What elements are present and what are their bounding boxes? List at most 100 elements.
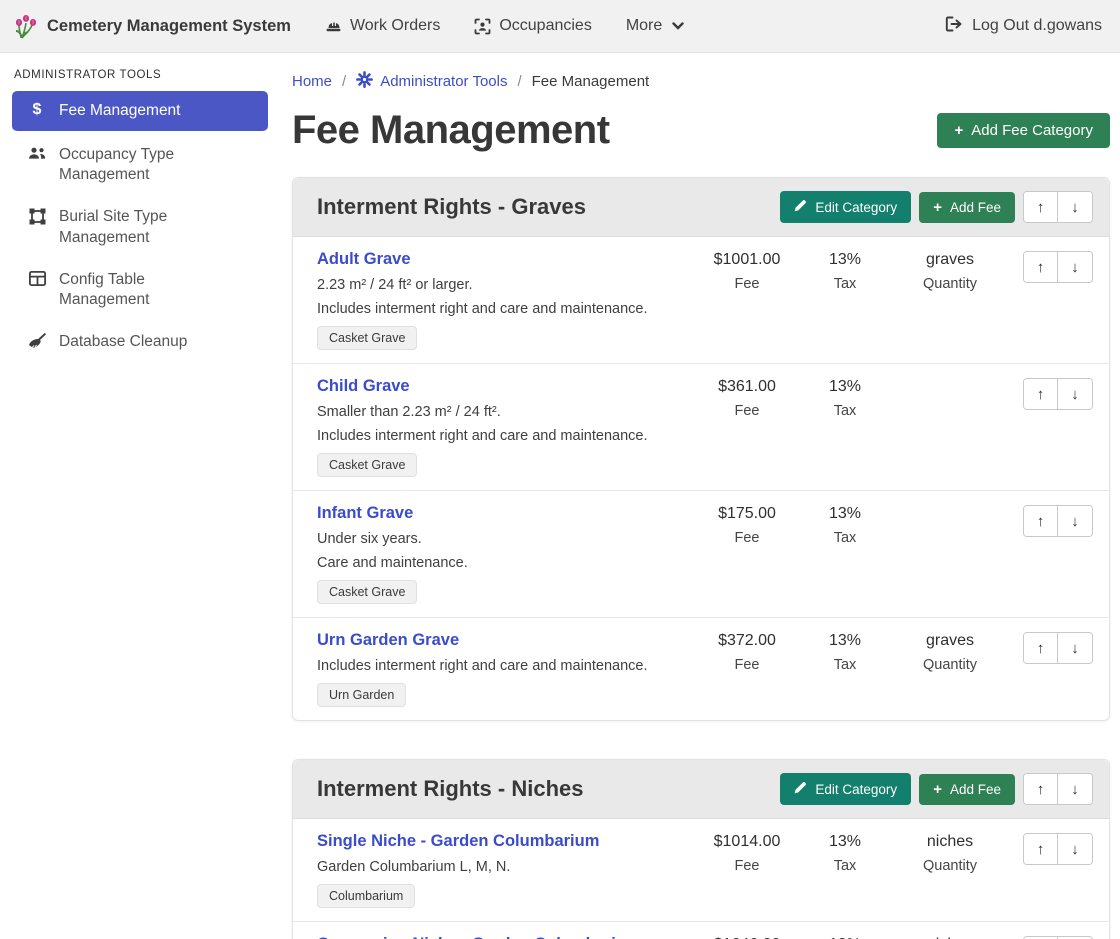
nav-more-label: More bbox=[626, 17, 662, 35]
edit-category-button[interactable]: Edit Category bbox=[780, 191, 911, 223]
table-icon bbox=[26, 271, 48, 286]
category-reorder-group: ↑ ↓ bbox=[1023, 773, 1093, 805]
fee-quantity: graves bbox=[891, 632, 1009, 650]
pencil-icon bbox=[794, 199, 807, 215]
fee-row: Adult Grave 2.23 m² / 24 ft² or larger. … bbox=[293, 237, 1109, 364]
move-category-down-button[interactable]: ↓ bbox=[1058, 192, 1092, 222]
sidebar-item-burial-site-type-management[interactable]: Burial Site Type Management bbox=[12, 199, 268, 255]
fee-tax-label: Tax bbox=[799, 530, 891, 546]
fee-tax: 13% bbox=[799, 632, 891, 650]
add-fee-category-button[interactable]: + Add Fee Category bbox=[937, 113, 1110, 148]
move-category-up-button[interactable]: ↑ bbox=[1024, 774, 1058, 804]
fee-tax-label: Tax bbox=[799, 403, 891, 419]
nav-work-orders[interactable]: Work Orders bbox=[325, 17, 440, 35]
fee-row: Child Grave Smaller than 2.23 m² / 24 ft… bbox=[293, 364, 1109, 491]
sidebar-item-label: Occupancy Type Management bbox=[59, 145, 235, 185]
sidebar-item-label: Database Cleanup bbox=[59, 332, 187, 352]
category-header: Interment Rights - Niches Edit Category … bbox=[293, 760, 1109, 819]
sidebar-item-config-table-management[interactable]: Config Table Management bbox=[12, 262, 268, 318]
fee-tax: 13% bbox=[799, 833, 891, 851]
move-fee-up-button[interactable]: ↑ bbox=[1024, 252, 1058, 282]
category-header: Interment Rights - Graves Edit Category … bbox=[293, 178, 1109, 237]
fee-amount: $1014.00 bbox=[695, 833, 799, 851]
breadcrumb-separator: / bbox=[517, 73, 521, 90]
breadcrumb-admin-tools-label: Administrator Tools bbox=[380, 73, 507, 90]
admin-tools-sidebar: ADMINISTRATOR TOOLS $ Fee Management Occ… bbox=[0, 53, 280, 939]
fee-tax: 13% bbox=[799, 505, 891, 523]
fee-description: 2.23 m² / 24 ft² or larger. bbox=[317, 277, 685, 293]
fee-quantity: graves bbox=[891, 251, 1009, 269]
move-category-down-button[interactable]: ↓ bbox=[1058, 774, 1092, 804]
gear-icon bbox=[356, 71, 373, 92]
plus-icon: + bbox=[933, 782, 942, 797]
nav-more[interactable]: More bbox=[626, 17, 684, 35]
move-fee-down-button[interactable]: ↓ bbox=[1058, 633, 1092, 663]
fee-reorder-group: ↑ ↓ bbox=[1023, 251, 1093, 283]
move-fee-up-button[interactable]: ↑ bbox=[1024, 379, 1058, 409]
category-reorder-group: ↑ ↓ bbox=[1023, 191, 1093, 223]
fee-type-badge: Casket Grave bbox=[317, 326, 417, 350]
move-fee-down-button[interactable]: ↓ bbox=[1058, 252, 1092, 282]
edit-category-button[interactable]: Edit Category bbox=[780, 773, 911, 805]
logout-button[interactable]: Log Out d.gowans bbox=[945, 16, 1102, 37]
category-title: Interment Rights - Niches bbox=[317, 776, 780, 802]
move-fee-up-button[interactable]: ↑ bbox=[1024, 633, 1058, 663]
sidebar-item-label: Burial Site Type Management bbox=[59, 207, 235, 247]
fee-tax: 13% bbox=[799, 251, 891, 269]
sidebar-item-database-cleanup[interactable]: Database Cleanup bbox=[12, 324, 268, 360]
sidebar-item-label: Fee Management bbox=[59, 101, 181, 121]
fee-amount-label: Fee bbox=[695, 276, 799, 292]
fee-name-link[interactable]: Companion Niche - Garden Columbarium bbox=[317, 935, 641, 939]
sidebar-item-fee-management[interactable]: $ Fee Management bbox=[12, 91, 268, 131]
nav-work-orders-label: Work Orders bbox=[350, 17, 440, 35]
fee-quantity: niches bbox=[891, 833, 1009, 851]
move-category-up-button[interactable]: ↑ bbox=[1024, 192, 1058, 222]
fee-description: Includes interment right and care and ma… bbox=[317, 301, 685, 317]
breadcrumb-separator: / bbox=[342, 73, 346, 90]
fee-type-badge: Casket Grave bbox=[317, 453, 417, 477]
category-card-niches: Interment Rights - Niches Edit Category … bbox=[292, 759, 1110, 939]
fee-type-badge: Columbarium bbox=[317, 884, 415, 908]
fee-amount-label: Fee bbox=[695, 657, 799, 673]
breadcrumb-admin-tools-link[interactable]: Administrator Tools bbox=[356, 71, 507, 92]
breadcrumb-home-link[interactable]: Home bbox=[292, 73, 332, 90]
fee-description: Includes interment right and care and ma… bbox=[317, 428, 685, 444]
top-navbar: Cemetery Management System Work Orders bbox=[0, 0, 1120, 53]
sidebar-item-occupancy-type-management[interactable]: Occupancy Type Management bbox=[12, 137, 268, 193]
app-brand[interactable]: Cemetery Management System bbox=[12, 9, 291, 44]
move-fee-up-button[interactable]: ↑ bbox=[1024, 506, 1058, 536]
fee-amount-label: Fee bbox=[695, 858, 799, 874]
move-fee-down-button[interactable]: ↓ bbox=[1058, 379, 1092, 409]
breadcrumb-current: Fee Management bbox=[532, 73, 650, 90]
sign-out-icon bbox=[945, 16, 963, 37]
move-fee-down-button[interactable]: ↓ bbox=[1058, 834, 1092, 864]
logout-label: Log Out d.gowans bbox=[972, 17, 1102, 35]
breadcrumb: Home / Administrator Tools / Fee Manag bbox=[292, 71, 1110, 92]
fee-tax-label: Tax bbox=[799, 657, 891, 673]
nav-occupancies[interactable]: Occupancies bbox=[474, 17, 592, 35]
fee-name-link[interactable]: Child Grave bbox=[317, 377, 410, 396]
fee-description: Includes interment right and care and ma… bbox=[317, 658, 685, 674]
fee-amount-label: Fee bbox=[695, 403, 799, 419]
fee-name-link[interactable]: Adult Grave bbox=[317, 250, 411, 269]
fee-description: Under six years. bbox=[317, 531, 685, 547]
broom-icon bbox=[26, 333, 48, 349]
move-fee-down-button[interactable]: ↓ bbox=[1058, 506, 1092, 536]
nav-links: Work Orders Occupancies More bbox=[325, 17, 684, 35]
move-fee-up-button[interactable]: ↑ bbox=[1024, 834, 1058, 864]
fee-amount-label: Fee bbox=[695, 530, 799, 546]
fee-name-link[interactable]: Single Niche - Garden Columbarium bbox=[317, 832, 599, 851]
fee-name-link[interactable]: Urn Garden Grave bbox=[317, 631, 459, 650]
fee-name-link[interactable]: Infant Grave bbox=[317, 504, 413, 523]
page-title: Fee Management bbox=[292, 108, 610, 153]
fee-quantity-label: Quantity bbox=[891, 276, 1009, 292]
app-title: Cemetery Management System bbox=[47, 17, 291, 36]
add-fee-button[interactable]: + Add Fee bbox=[919, 774, 1015, 805]
add-fee-button[interactable]: + Add Fee bbox=[919, 192, 1015, 223]
sidebar-heading: ADMINISTRATOR TOOLS bbox=[14, 69, 268, 81]
fee-type-badge: Casket Grave bbox=[317, 580, 417, 604]
pencil-icon bbox=[794, 781, 807, 797]
fee-description: Garden Columbarium L, M, N. bbox=[317, 859, 685, 875]
fee-tax-label: Tax bbox=[799, 276, 891, 292]
chevron-down-icon bbox=[672, 22, 684, 30]
